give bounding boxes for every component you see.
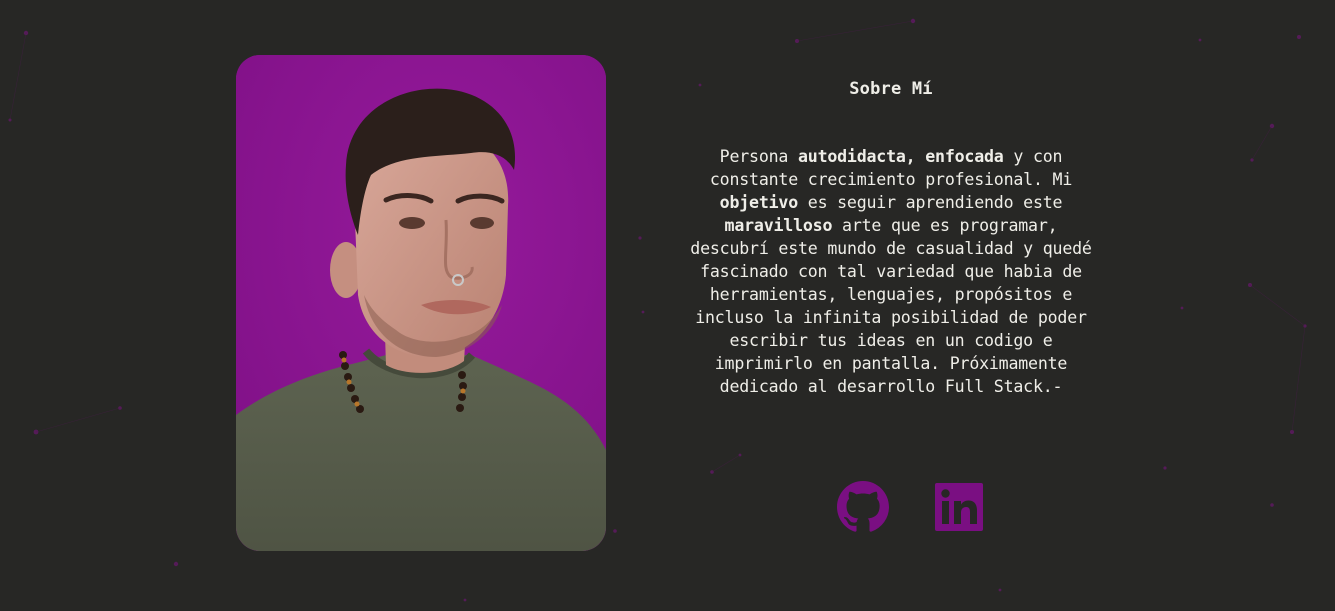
github-icon xyxy=(837,481,889,532)
about-text-highlight: maravilloso xyxy=(724,216,833,235)
about-text-highlight: objetivo xyxy=(719,193,799,212)
about-text-segment: es seguir aprendiendo este xyxy=(797,193,1063,212)
about-text-segment: arte que es programar, descubrí este mun… xyxy=(690,216,1092,396)
about-block: Sobre Mí Persona autodidacta, enfocada y… xyxy=(690,76,1092,398)
profile-photo xyxy=(236,55,606,551)
about-section: Sobre Mí Persona autodidacta, enfocada y… xyxy=(0,0,1335,611)
social-links xyxy=(837,481,987,533)
particles-background xyxy=(8,18,1307,602)
about-text-highlight: autodidacta, enfocada xyxy=(797,147,1004,166)
github-link[interactable] xyxy=(837,481,889,533)
portrait-photo-icon xyxy=(236,55,606,551)
linkedin-icon xyxy=(935,483,983,531)
about-paragraph: Persona autodidacta, enfocada y con cons… xyxy=(690,145,1092,398)
about-text-segment: Persona xyxy=(719,147,798,166)
about-title: Sobre Mí xyxy=(849,79,933,99)
linkedin-link[interactable] xyxy=(933,481,985,533)
